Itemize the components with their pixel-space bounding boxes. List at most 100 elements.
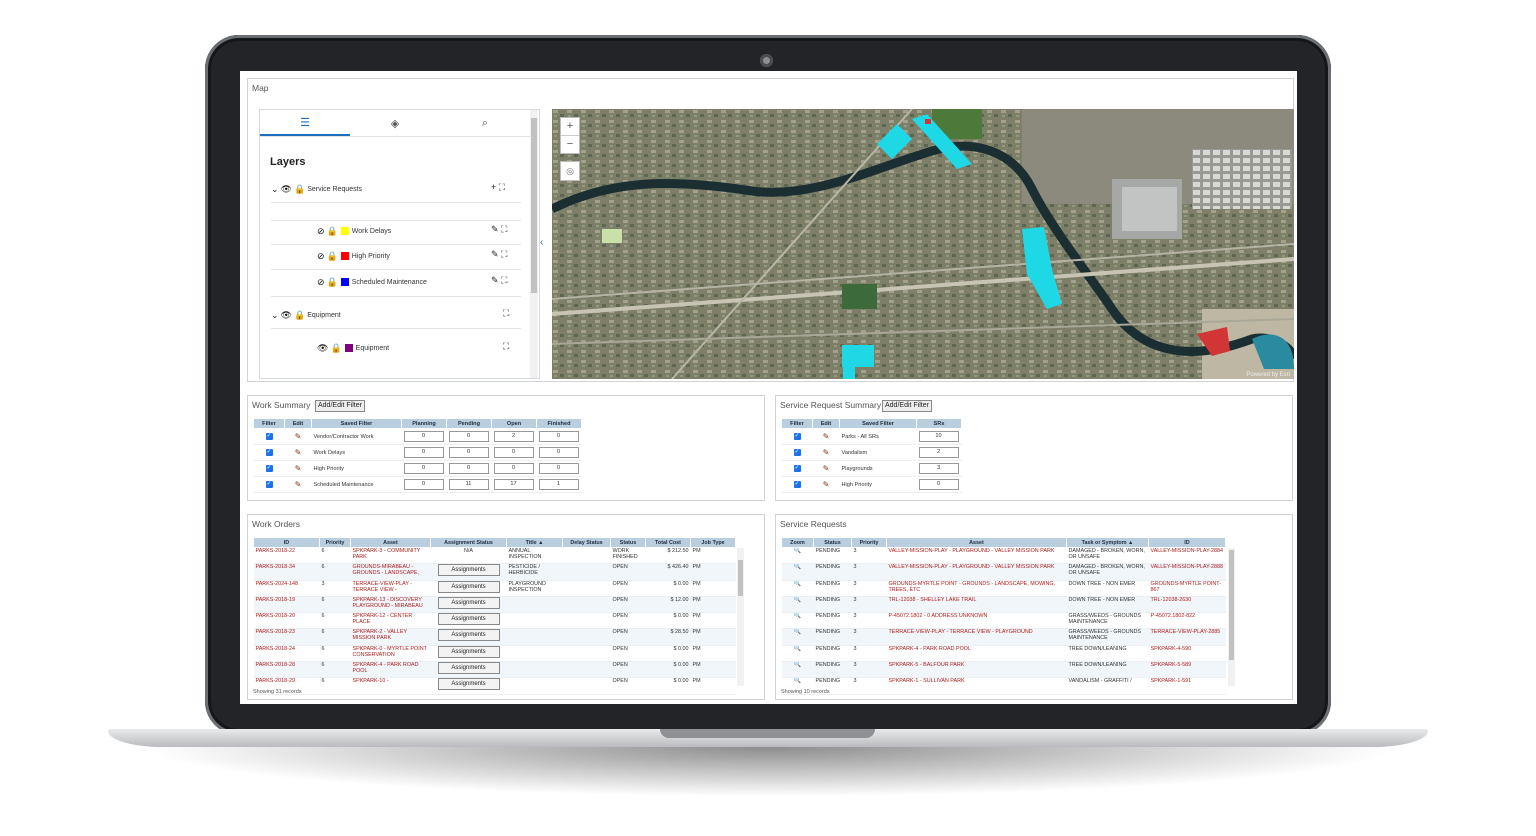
- layer-item-high-priority[interactable]: ⊘ 🔒 High Priority: [317, 248, 390, 264]
- layer-item-scheduled-maintenance[interactable]: ⊘ 🔒 Scheduled Maintenance: [317, 274, 427, 290]
- sr-count[interactable]: 3: [918, 463, 959, 474]
- table-row[interactable]: PARKS-2018-34 6 GROUNDS-MIRABEAU - GROUNDS…: [253, 563, 736, 581]
- filter-checkbox[interactable]: ✓: [793, 465, 801, 472]
- service-request-id-link[interactable]: GROUNDS-MYRTLE POINT-867: [1148, 580, 1226, 597]
- table-row[interactable]: PARKS-2018-23 6 SPKPARK-2 - VALLEY MISSION…: [253, 628, 736, 646]
- finished-count[interactable]: 1: [538, 479, 579, 490]
- table-row[interactable]: 🔍 PENDING 3 TRL-12038 - SHELLEY LAKE TRAIL D…: [781, 596, 1226, 614]
- zoom-magnifier-icon[interactable]: 🔍: [794, 597, 801, 603]
- zoom-magnifier-icon[interactable]: 🔍: [794, 629, 801, 635]
- assignments-button[interactable]: Assignments: [437, 580, 500, 593]
- sr-count[interactable]: 2: [918, 447, 959, 458]
- col-header[interactable]: Edit: [812, 418, 840, 429]
- service-request-id-link[interactable]: TERRACE-VIEW-PLAY-2885: [1148, 628, 1226, 646]
- col-header[interactable]: Pending: [446, 418, 492, 429]
- col-header[interactable]: Priority: [851, 537, 887, 548]
- lock-icon[interactable]: 🔒: [294, 310, 305, 321]
- pencil-icon[interactable]: ✎: [823, 448, 830, 457]
- expand-icon[interactable]: ⛶: [503, 341, 509, 351]
- sort-asc-icon[interactable]: ▲: [538, 540, 543, 546]
- pencil-icon[interactable]: ✎: [491, 224, 499, 234]
- asset-link[interactable]: SPKPARK-4 - PARK ROAD POOL: [350, 661, 431, 679]
- asset-link[interactable]: SPKPARK-13 - DISCOVERY PLAYGROUND - MIRA…: [350, 596, 431, 614]
- table-row[interactable]: 🔍 PENDING 3 SPKPARK-1 - SULLIVAN PARK VANDAL…: [781, 677, 1226, 695]
- layer-group-service-requests[interactable]: ⌄ 👁 🔒 Service Requests: [271, 181, 362, 197]
- pencil-icon[interactable]: ✎: [295, 432, 302, 441]
- asset-link[interactable]: GROUNDS-MYRTLE POINT - GROUNDS - LANDSCA…: [886, 580, 1067, 597]
- work-order-id-link[interactable]: PARKS-2024-148: [253, 580, 320, 597]
- col-header[interactable]: Saved Filter: [839, 418, 917, 429]
- pencil-icon[interactable]: ✎: [295, 480, 302, 489]
- chevron-down-icon[interactable]: ⌄: [271, 184, 279, 195]
- planning-count[interactable]: 0: [403, 447, 444, 458]
- service-request-id-link[interactable]: VALLEY-MISSION-PLAY-2888: [1148, 563, 1226, 581]
- col-header[interactable]: Planning: [401, 418, 447, 429]
- layer-group-equipment[interactable]: ⌄ 👁 🔒 Equipment: [271, 307, 341, 323]
- open-count[interactable]: 0: [493, 463, 534, 474]
- filter-checkbox[interactable]: ✓: [265, 481, 273, 488]
- col-header[interactable]: Filter: [253, 418, 285, 429]
- pencil-icon[interactable]: ✎: [491, 249, 499, 259]
- pending-count[interactable]: 0: [448, 431, 489, 442]
- assignments-button[interactable]: Assignments: [437, 678, 500, 691]
- col-header[interactable]: Delay Status: [562, 537, 611, 548]
- zoom-out-button[interactable]: −: [561, 136, 579, 153]
- filter-checkbox[interactable]: ✓: [793, 449, 801, 456]
- finished-count[interactable]: 0: [538, 463, 579, 474]
- table-row[interactable]: 🔍 PENDING 3 SPKPARK-5 - BALFOUR PARK TREE DO…: [781, 661, 1226, 679]
- sr-add-edit-filter-button[interactable]: Add/Edit Filter: [882, 400, 932, 412]
- open-count[interactable]: 0: [493, 447, 534, 458]
- work-orders-scrollbar[interactable]: [737, 548, 744, 686]
- col-header[interactable]: Finished: [536, 418, 582, 429]
- filter-checkbox[interactable]: ✓: [793, 433, 801, 440]
- eye-off-icon[interactable]: ⊘: [317, 277, 325, 288]
- col-header[interactable]: Status: [813, 537, 852, 548]
- asset-link[interactable]: SPKPARK-0 - MYRTLE POINT CONSERVATION: [350, 645, 431, 663]
- col-header[interactable]: Total Cost: [645, 537, 691, 548]
- scrollbar-thumb[interactable]: [531, 118, 537, 293]
- expand-icon[interactable]: ⛶: [501, 275, 507, 285]
- planning-count[interactable]: 0: [403, 479, 444, 490]
- work-order-id-link[interactable]: PARKS-2018-22: [253, 547, 320, 565]
- table-row[interactable]: 🔍 PENDING 3 P-45072.1802 - 0 ADDRESS UNKNOW…: [781, 612, 1226, 630]
- layers-scrollbar[interactable]: [530, 110, 538, 378]
- asset-link[interactable]: GROUNDS-MIRABEAU - GROUNDS - LANDSCAPE,: [350, 563, 431, 581]
- service-request-id-link[interactable]: SPKPARK-5-589: [1148, 661, 1226, 679]
- layer-item-work-delays[interactable]: ⊘ 🔒 Work Delays: [317, 223, 391, 239]
- asset-link[interactable]: SPKPARK-4 - PARK ROAD POOL: [886, 645, 1067, 663]
- col-header-title[interactable]: Title ▲: [506, 537, 563, 548]
- assignments-button[interactable]: Assignments: [437, 645, 500, 658]
- asset-link[interactable]: TERRACE-VIEW-PLAY - TERRACE VIEW - PLAYG…: [886, 628, 1067, 646]
- asset-link[interactable]: VALLEY-MISSION-PLAY - PLAYGROUND - VALLE…: [886, 547, 1067, 565]
- filter-checkbox[interactable]: ✓: [265, 449, 273, 456]
- tab-legend[interactable]: ☰: [260, 110, 350, 136]
- table-row[interactable]: 🔍 PENDING 3 VALLEY-MISSION-PLAY - PLAYGROUN…: [781, 563, 1226, 581]
- planning-count[interactable]: 0: [403, 431, 444, 442]
- sort-asc-icon[interactable]: ▲: [1128, 540, 1133, 546]
- col-header[interactable]: Zoom: [781, 537, 814, 548]
- col-header[interactable]: Status: [610, 537, 646, 548]
- zoom-magnifier-icon[interactable]: 🔍: [794, 662, 801, 668]
- work-order-id-link[interactable]: PARKS-2018-34: [253, 563, 320, 581]
- eye-off-icon[interactable]: ⊘: [317, 226, 325, 237]
- asset-link[interactable]: SPKPARK-12 - CENTER PLACE: [350, 612, 431, 630]
- col-header[interactable]: Edit: [284, 418, 312, 429]
- expand-icon[interactable]: ⛶: [501, 249, 507, 259]
- pencil-icon[interactable]: ✎: [823, 432, 830, 441]
- asset-link[interactable]: VALLEY-MISSION-PLAY - PLAYGROUND - VALLE…: [886, 563, 1067, 581]
- work-add-edit-filter-button[interactable]: Add/Edit Filter: [315, 400, 365, 412]
- table-row[interactable]: 🔍 PENDING 3 GROUNDS-MYRTLE POINT - GROUNDS …: [781, 580, 1226, 597]
- finished-count[interactable]: 0: [538, 447, 579, 458]
- assignments-button[interactable]: Assignments: [437, 596, 500, 609]
- satellite-map[interactable]: + − ◎ Powered by Esri: [552, 109, 1294, 379]
- lock-icon[interactable]: 🔒: [327, 277, 338, 288]
- asset-link[interactable]: TERRACE-VIEW-PLAY - TERRACE VIEW -: [350, 580, 431, 597]
- col-header[interactable]: Asset: [886, 537, 1067, 548]
- col-header[interactable]: Open: [491, 418, 537, 429]
- assignments-button[interactable]: Assignments: [437, 662, 500, 675]
- asset-link[interactable]: SPKPARK-10 -: [350, 677, 431, 695]
- work-order-id-link[interactable]: PARKS-2018-19: [253, 596, 320, 614]
- table-row[interactable]: 🔍 PENDING 3 TERRACE-VIEW-PLAY - TERRACE VIE…: [781, 628, 1226, 646]
- sr-count[interactable]: 0: [918, 479, 959, 490]
- zoom-magnifier-icon[interactable]: 🔍: [794, 581, 801, 587]
